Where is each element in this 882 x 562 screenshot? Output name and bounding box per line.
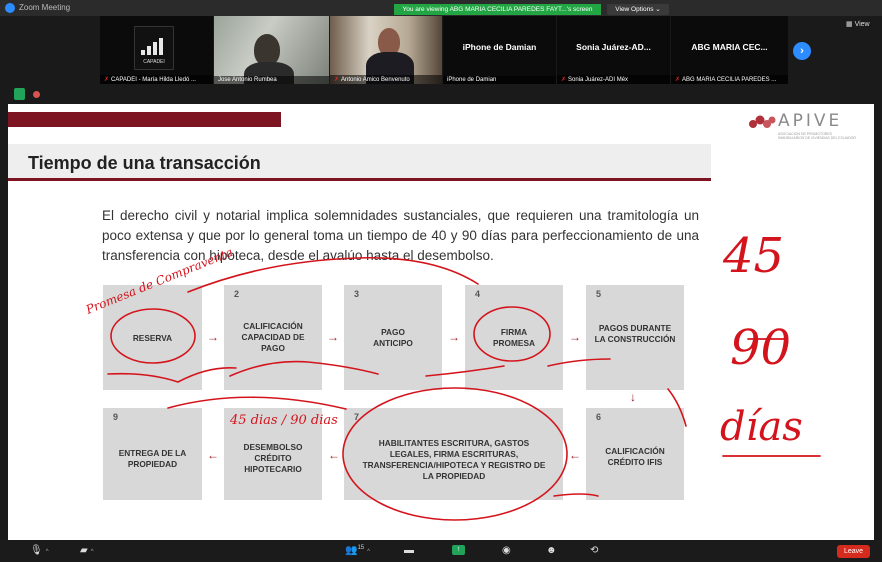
mic-muted-icon: ✗: [334, 77, 340, 83]
security-shield-icon[interactable]: [14, 88, 25, 100]
ink-stroke: [425, 365, 505, 377]
zoom-logo-icon: [5, 3, 15, 13]
ink-text: días: [720, 404, 803, 450]
participant-tile[interactable]: Jose Antonio Rumbea: [214, 16, 329, 84]
participant-display-name: Sonia Juárez-AD...: [576, 42, 651, 52]
view-options-button[interactable]: View Options ⌄: [607, 4, 669, 15]
capadei-logo-text: CAPADEI: [143, 59, 165, 65]
next-page-icon[interactable]: ›: [793, 42, 811, 60]
participant-gallery: CAPADEI ✗ CAPADEI - María Hilda Lledó ...…: [0, 16, 882, 84]
mic-muted-icon: ✗: [675, 77, 681, 83]
window-titlebar: Zoom Meeting You are viewing ABG MARIA C…: [0, 0, 882, 16]
participant-tile[interactable]: iPhone de Damian iPhone de Damian: [443, 16, 556, 84]
recording-icon[interactable]: [33, 91, 40, 98]
ink-stroke: [107, 366, 237, 383]
ink-stroke: [547, 358, 611, 367]
share-screen-icon[interactable]: ↑: [452, 545, 465, 555]
ink-circle: [473, 306, 551, 362]
mic-muted-icon: ✗: [104, 77, 110, 83]
leave-button[interactable]: Leave: [837, 545, 870, 558]
record-icon[interactable]: ◉: [502, 545, 511, 556]
participant-tile[interactable]: ABG MARIA CEC... ✗ ABG MARIA CECILIA PARE…: [671, 16, 788, 84]
participant-tile[interactable]: ✗ Antonio Amico Benvenuto: [330, 16, 442, 84]
microphone-muted-icon[interactable]: 🎙 ^: [30, 545, 49, 556]
apps-icon[interactable]: ⟲: [590, 545, 598, 556]
participant-name: ✗ CAPADEI - María Hilda Lledó ...: [100, 75, 213, 84]
ink-circle: [342, 387, 568, 521]
ink-annotations: 45 90 días 45 dias / 90 dias Promesa de …: [83, 228, 821, 521]
participant-name: iPhone de Damian: [443, 76, 556, 84]
ink-stroke: [553, 493, 599, 497]
reactions-icon[interactable]: ☻: [546, 545, 557, 556]
participant-display-name: ABG MARIA CEC...: [691, 42, 768, 52]
participant-name: Jose Antonio Rumbea: [214, 76, 329, 84]
ink-text: 45: [722, 228, 784, 284]
video-off-icon[interactable]: ▰ ^: [80, 545, 94, 556]
mic-muted-icon: ✗: [561, 77, 567, 83]
ink-text: Promesa de Compraventa: [83, 245, 235, 317]
meeting-toolbar: 🎙 ^ ▰ ^ 👥15^ ▬ ↑ ◉ ☻ ⟲ Leave: [0, 540, 882, 562]
participant-tile[interactable]: CAPADEI ✗ CAPADEI - María Hilda Lledó ...: [100, 16, 213, 84]
participant-tile[interactable]: Sonia Juárez-AD... ✗ Sonia Juárez-ADI Méx: [557, 16, 670, 84]
ink-stroke: [667, 388, 687, 427]
ink-stroke: [187, 256, 479, 293]
shared-screen: APIVE ASOCIACION DE PROMOTORES INMOBILIA…: [8, 104, 874, 540]
participants-icon[interactable]: 👥15^: [345, 545, 370, 556]
ink-text: 90: [730, 320, 791, 376]
capadei-logo: CAPADEI: [134, 26, 174, 70]
ink-circle: [110, 308, 196, 364]
ink-stroke: [167, 396, 347, 410]
ink-text: 45 dias / 90 dias: [229, 413, 338, 428]
ink-stroke: [229, 360, 379, 377]
participant-display-name: iPhone de Damian: [462, 42, 537, 52]
share-status-row: [0, 84, 882, 104]
chat-icon[interactable]: ▬: [404, 545, 414, 556]
participant-name: ✗ Sonia Juárez-ADI Méx: [557, 75, 670, 84]
screen-share-banner: You are viewing ABG MARIA CECILIA PAREDE…: [394, 4, 601, 15]
participant-name: ✗ ABG MARIA CECILIA PAREDES ...: [671, 75, 788, 84]
participant-name: ✗ Antonio Amico Benvenuto: [330, 75, 442, 84]
view-button[interactable]: ▦ View: [846, 20, 870, 28]
window-title: Zoom Meeting: [19, 3, 71, 12]
